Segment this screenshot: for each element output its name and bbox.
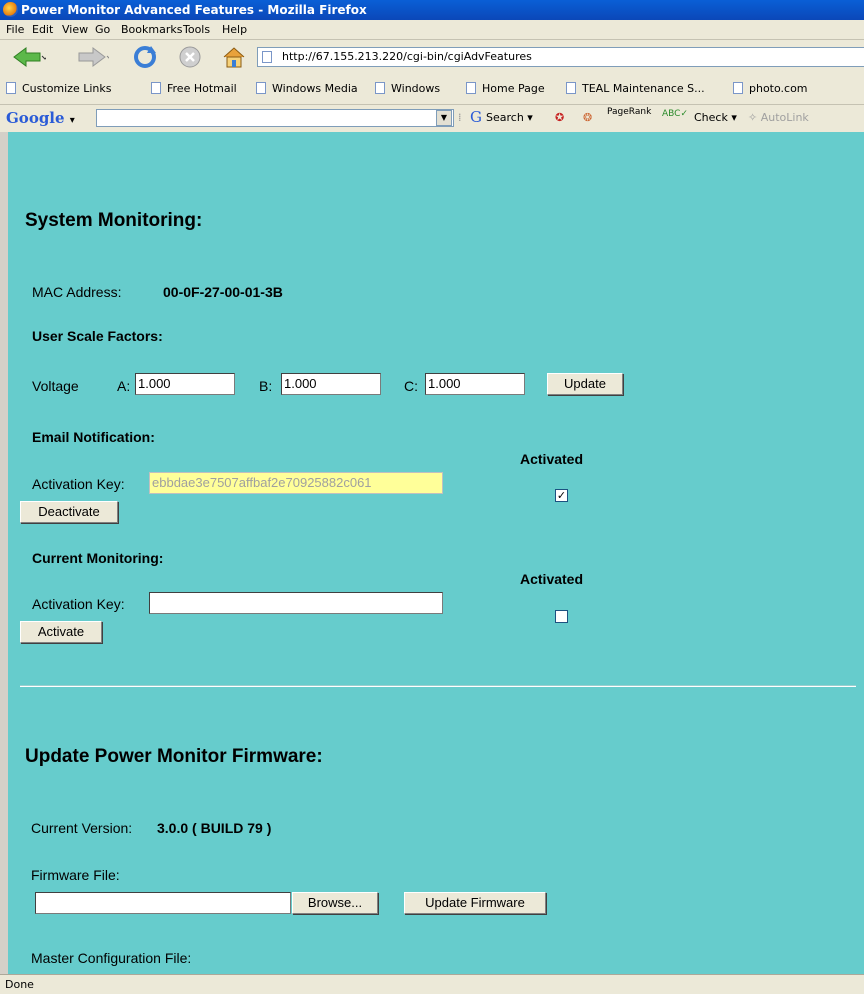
menu-file[interactable]: File [6,23,24,36]
scale-c-input[interactable]: 1.000 [425,373,525,395]
forward-arrow-icon [78,47,109,67]
bookmark-windows[interactable]: Windows [375,82,440,95]
popup-blocker-icon[interactable]: ❂ [583,111,592,124]
firmware-file-input[interactable] [35,892,291,914]
firmware-heading: Update Power Monitor Firmware: [25,746,323,767]
email-activation-key-input[interactable]: ebbdae3e7507affbaf2e70925882c061 [149,472,443,494]
current-monitoring-heading: Current Monitoring: [32,550,164,566]
page-icon [375,82,385,94]
navigation-toolbar: http://67.155.213.220/cgi-bin/cgiAdvFeat… [0,40,864,75]
pagerank-indicator[interactable]: PageRank [607,107,651,117]
section-divider [20,685,856,687]
bookmarks-toolbar: Customize Links Free Hotmail Windows Med… [0,74,864,105]
google-dropdown-icon[interactable]: ▼ [436,110,452,126]
bookmark-windows-media[interactable]: Windows Media [256,82,358,95]
status-bar: Done [0,974,864,994]
reload-button[interactable] [130,44,160,70]
google-search-input[interactable] [96,109,454,127]
window-title: Power Monitor Advanced Features - Mozill… [21,3,367,17]
scale-a-label: A: [117,378,131,394]
window-titlebar: Power Monitor Advanced Features - Mozill… [0,0,864,20]
mac-address-value: 00-0F-27-00-01-3B [163,284,283,300]
menu-help[interactable]: Help [222,23,247,36]
status-text: Done [5,978,34,991]
current-activation-key-label: Activation Key: [32,596,125,612]
spellcheck-icon: ABC✓ [662,109,688,119]
current-activated-label: Activated [520,571,584,587]
bookmark-free-hotmail[interactable]: Free Hotmail [151,82,237,95]
email-notification-heading: Email Notification: [32,429,155,445]
scale-a-input[interactable]: 1.000 [135,373,235,395]
mac-address-label: MAC Address: [32,284,122,300]
bookmark-home-page[interactable]: Home Page [466,82,545,95]
activate-button[interactable]: Activate [20,621,102,643]
current-activation-key-input[interactable] [149,592,443,614]
page-icon [566,82,576,94]
current-activated-checkbox[interactable] [555,610,568,623]
forward-button[interactable] [72,44,112,70]
home-icon [223,47,245,68]
page-icon [466,82,476,94]
back-arrow-icon [13,47,46,67]
firmware-file-label: Firmware File: [31,867,120,883]
scale-b-label: B: [259,378,273,394]
menu-bookmarks[interactable]: Bookmarks [121,23,182,36]
web-page-content: System Monitoring: MAC Address: 00-0F-27… [8,132,864,974]
address-url: http://67.155.213.220/cgi-bin/cgiAdvFeat… [282,50,532,63]
scale-c-label: C: [404,378,418,394]
email-activation-key-label: Activation Key: [32,476,125,492]
page-icon [6,82,16,94]
scale-b-input[interactable]: 1.000 [281,373,381,395]
back-button[interactable] [10,44,48,70]
separator-icon: ⁞ [458,111,462,124]
email-activated-checkbox[interactable]: ✓ [555,489,568,502]
menu-tools[interactable]: Tools [183,23,210,36]
page-icon [256,82,266,94]
google-news-icon[interactable]: ✪ [555,111,564,124]
current-version-label: Current Version: [31,820,133,836]
stop-icon [179,46,201,68]
bookmark-customize-links[interactable]: Customize Links [6,82,112,95]
email-activated-label: Activated [520,451,584,467]
update-scale-button[interactable]: Update [547,373,623,395]
address-bar[interactable]: http://67.155.213.220/cgi-bin/cgiAdvFeat… [257,47,864,67]
menu-view[interactable]: View [62,23,88,36]
google-toolbar: Google ▾ ▼ ⁞ G Search ▾ ✪ ❂ PageRank ABC… [0,105,864,133]
bookmark-teal-maintenance[interactable]: TEAL Maintenance S... [566,82,705,95]
deactivate-button[interactable]: Deactivate [20,501,118,523]
firefox-icon [3,2,18,17]
chevron-down-icon: ▾ [69,115,75,126]
google-search-button[interactable]: Search ▾ [486,111,533,124]
menu-bar: File Edit View Go Bookmarks Tools Help [0,20,864,40]
voltage-label: Voltage [32,378,79,394]
user-scale-factors-heading: User Scale Factors: [32,328,163,344]
autolink-button[interactable]: ✧ AutoLink [748,111,809,124]
google-g-icon: G [470,108,482,126]
page-icon [151,82,161,94]
google-check-button[interactable]: Check ▾ [694,111,737,124]
google-logo[interactable]: Google ▾ [6,109,75,127]
page-icon [733,82,743,94]
bookmark-photo-com[interactable]: photo.com [733,82,808,95]
menu-go[interactable]: Go [95,23,110,36]
browse-button[interactable]: Browse... [292,892,378,914]
master-configuration-file-label: Master Configuration File: [31,950,192,966]
page-left-gutter [0,132,8,974]
page-icon [262,51,272,63]
reload-icon [134,46,156,68]
current-version-value: 3.0.0 ( BUILD 79 ) [157,820,272,836]
system-monitoring-heading: System Monitoring: [25,210,203,231]
menu-edit[interactable]: Edit [32,23,53,36]
stop-button[interactable] [176,44,204,70]
update-firmware-button[interactable]: Update Firmware [404,892,546,914]
home-button[interactable] [219,44,249,70]
